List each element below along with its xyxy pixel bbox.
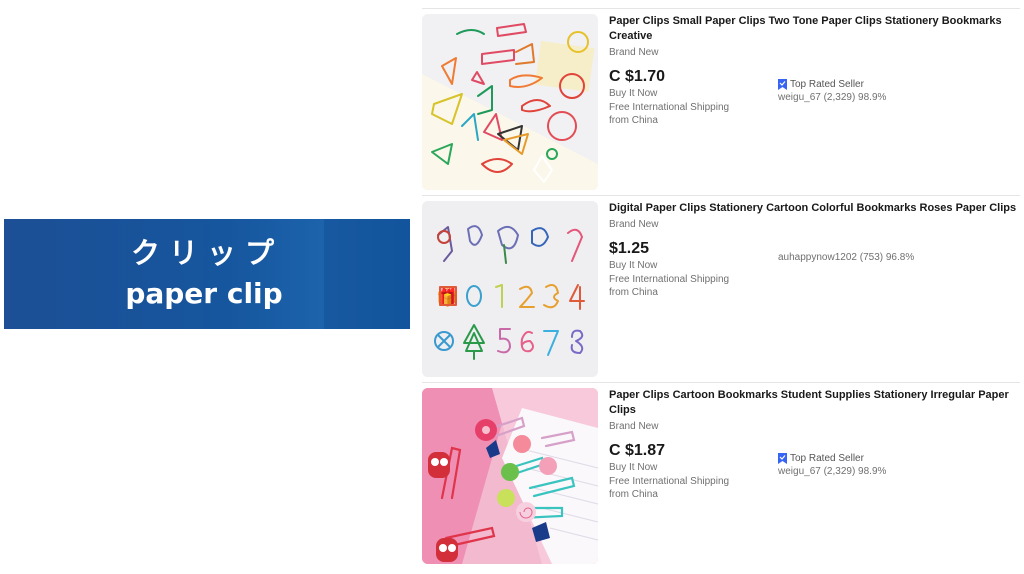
top-rated-label: Top Rated Seller [790, 79, 864, 90]
listing-image[interactable]: 🎁 [422, 201, 598, 377]
listing-condition: Brand New [609, 421, 659, 432]
listing-item[interactable]: 🎁 Digital Paper Clips Stationery Cartoon… [422, 201, 1020, 383]
top-rated-seller-badge: Top Rated Seller [778, 78, 1008, 91]
listing-divider [422, 195, 1020, 196]
listing-title-link[interactable]: Paper Clips Small Paper Clips Two Tone P… [609, 14, 1019, 44]
listing-origin: from China [609, 115, 658, 126]
listing-condition: Brand New [609, 47, 659, 58]
seller-info: Top Rated Seller weigu_67 (2,329) 98.9% [778, 452, 1008, 478]
top-rated-seller-badge: Top Rated Seller [778, 452, 1008, 465]
banner-title-japanese: クリップ [130, 236, 283, 270]
listing-item[interactable]: Paper Clips Cartoon Bookmarks Student Su… [422, 388, 1020, 564]
results-top-divider [422, 8, 1020, 9]
top-rated-badge-icon [778, 453, 787, 464]
listing-condition: Brand New [609, 219, 659, 230]
listing-shipping: Free International Shipping [609, 274, 730, 285]
listing-title-link[interactable]: Digital Paper Clips Stationery Cartoon C… [609, 201, 1019, 216]
listing-image[interactable] [422, 14, 598, 190]
seller-info: auhappynow1202 (753) 96.8% [778, 251, 1008, 264]
listing-details: Paper Clips Cartoon Bookmarks Student Su… [609, 388, 1019, 501]
listing-details: Digital Paper Clips Stationery Cartoon C… [609, 201, 1019, 299]
paper-clip-shapes-image: 🎁 [422, 201, 598, 377]
paper-clip-shapes-image [422, 14, 598, 190]
topic-banner: クリップ paper clip [4, 219, 410, 329]
cartoon-bookmark-clips-image [422, 388, 598, 564]
top-rated-badge-icon [778, 79, 787, 90]
listing-divider [422, 382, 1020, 383]
listing-item[interactable]: Paper Clips Small Paper Clips Two Tone P… [422, 14, 1020, 196]
top-rated-label: Top Rated Seller [790, 453, 864, 464]
listing-origin: from China [609, 287, 658, 298]
seller-name-feedback[interactable]: weigu_67 (2,329) 98.9% [778, 465, 1008, 478]
seller-name-feedback[interactable]: weigu_67 (2,329) 98.9% [778, 91, 1008, 104]
seller-name-feedback[interactable]: auhappynow1202 (753) 96.8% [778, 251, 1008, 264]
listing-image[interactable] [422, 388, 598, 564]
banner-shade [324, 219, 410, 329]
listing-details: Paper Clips Small Paper Clips Two Tone P… [609, 14, 1019, 127]
listing-title-link[interactable]: Paper Clips Cartoon Bookmarks Student Su… [609, 388, 1019, 418]
listing-origin: from China [609, 489, 658, 500]
banner-title-english: paper clip [125, 277, 283, 310]
seller-info: Top Rated Seller weigu_67 (2,329) 98.9% [778, 78, 1008, 104]
